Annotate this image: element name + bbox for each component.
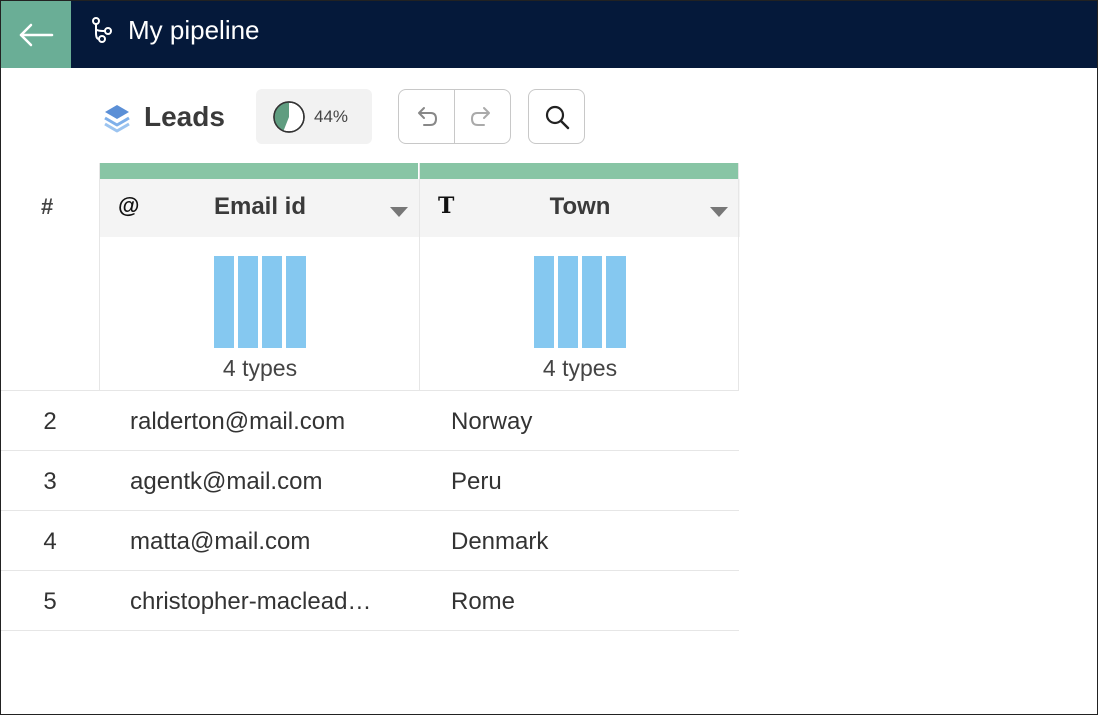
column-quality-bar [100,163,418,179]
column-name: Town [549,193,611,220]
types-count: 4 types [222,355,298,381]
table-row[interactable]: 2 ralderton@mail.com Norway [1,391,739,451]
redo-icon [471,106,491,126]
row-number: 4 [43,528,57,555]
type-bar [286,256,306,348]
undo-icon [418,106,438,126]
back-button[interactable] [1,1,71,68]
cell-town[interactable]: Norway [451,408,731,436]
column-name: Email id [213,193,307,220]
row-number-header: # [41,194,54,219]
type-bar [238,256,258,348]
undo-button[interactable] [399,90,455,143]
row-number: 2 [43,408,57,435]
table-row[interactable]: 3 agentk@mail.com Peru [1,451,739,511]
column-header-email-id[interactable]: @ Email id [100,179,420,237]
pipeline-title: My pipeline [128,15,260,45]
type-bar [582,256,602,348]
table-row[interactable]: 4 matta@mail.com Denmark [1,511,739,571]
type-bar [534,256,554,348]
type-bar [558,256,578,348]
quality-percent: 44% [314,106,349,126]
arrow-left-icon [19,23,54,46]
data-rows: 2 ralderton@mail.com Norway 3 agentk@mai… [1,391,739,631]
search-icon [545,105,569,129]
top-bar: My pipeline [1,1,1097,68]
type-bar [214,256,234,348]
cell-town[interactable]: Rome [451,588,731,616]
undo-redo-group [398,89,511,144]
column-divider [738,163,739,391]
column-profile[interactable]: 4 types [420,237,740,391]
cell-town[interactable]: Peru [451,468,731,496]
column-profile[interactable]: 4 types [100,237,420,391]
types-count: 4 types [542,355,618,381]
column-header-town[interactable]: T Town [420,179,740,237]
table-row[interactable]: 5 christopher-maclead… Rome [1,571,739,631]
type-bar [262,256,282,348]
column-quality-bar [420,163,738,179]
column-menu-caret-icon[interactable] [710,207,728,217]
dataset-name: Leads [144,101,225,132]
data-quality-indicator[interactable]: 44% [256,89,372,144]
column-menu-caret-icon[interactable] [390,207,408,217]
redo-button[interactable] [455,90,511,143]
pipeline-branch-icon [92,17,112,43]
type-bar [606,256,626,348]
column-town: T Town 4 types [419,163,740,391]
search-button[interactable] [528,89,585,144]
row-number: 3 [43,468,57,495]
layers-icon [104,105,130,133]
cell-email[interactable]: matta@mail.com [130,528,400,556]
row-number: 5 [43,588,57,615]
cell-town[interactable]: Denmark [451,528,731,556]
cell-email[interactable]: agentk@mail.com [130,468,400,496]
cell-email[interactable]: ralderton@mail.com [130,408,400,436]
app-window: My pipeline Leads 44% # @ Email id 4 typ… [0,0,1098,715]
cell-email[interactable]: christopher-maclead… [130,588,400,616]
quality-pie-icon [273,100,305,133]
column-email-id: @ Email id 4 types [99,163,420,391]
types-chart [534,256,626,348]
types-chart [214,256,306,348]
